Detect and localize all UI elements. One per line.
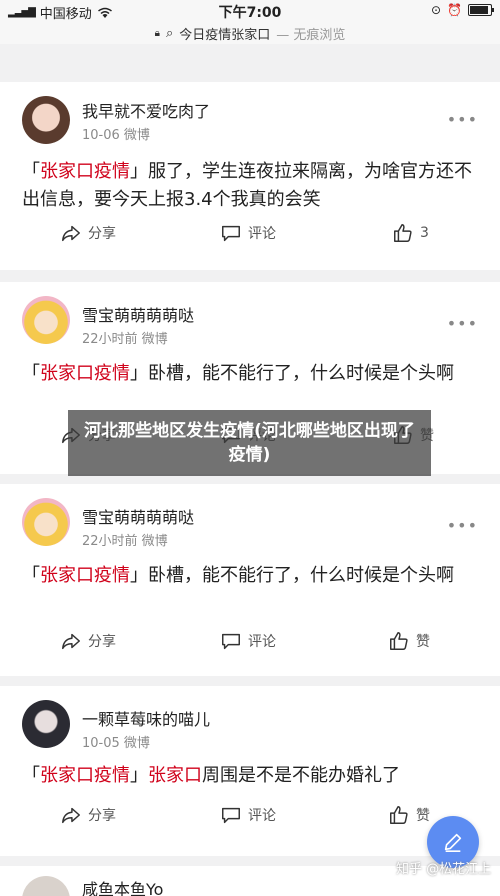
like-count: 3 xyxy=(420,225,429,241)
comment-icon xyxy=(222,225,240,242)
share-icon xyxy=(62,807,80,824)
share-icon xyxy=(62,225,80,242)
post-text: 「张家口疫情」卧槽，能不能行了，什么时候是个头啊 xyxy=(22,562,478,590)
comment-icon xyxy=(222,807,240,824)
post-actions: 分享 评论 赞 xyxy=(0,630,500,660)
post-meta: 10-06 微博 xyxy=(82,128,150,143)
thumbs-up-icon xyxy=(394,224,412,242)
topic-link[interactable]: 张家口疫情 xyxy=(40,565,130,586)
author-name[interactable]: 雪宝萌萌萌萌哒 xyxy=(82,302,194,326)
like-label: 赞 xyxy=(416,808,430,824)
share-label: 分享 xyxy=(88,226,116,242)
author-name[interactable]: 一颗草莓味的喵儿 xyxy=(82,706,210,730)
like-button[interactable]: 3 xyxy=(392,222,429,244)
comment-button[interactable]: 评论 xyxy=(220,630,276,652)
share-label: 分享 xyxy=(88,808,116,824)
post-card: 我早就不爱吃肉了 10-06 微博 ••• 「张家口疫情」服了，学生连夜拉来隔离… xyxy=(0,82,500,270)
more-options-icon[interactable]: ••• xyxy=(447,516,478,535)
search-icon: ⌕ xyxy=(165,25,174,41)
post-text: 「张家口疫情」卧槽，能不能行了，什么时候是个头啊 xyxy=(22,360,478,388)
like-button[interactable]: 赞 xyxy=(388,804,430,826)
location-link[interactable]: 张家口 xyxy=(148,765,202,786)
avatar[interactable] xyxy=(22,700,70,748)
comment-label: 评论 xyxy=(248,226,276,242)
author-name[interactable]: 雪宝萌萌萌萌哒 xyxy=(82,504,194,528)
url-bar[interactable]: 🔒︎ ⌕ 今日疫情张家口 — 无痕浏览 xyxy=(0,22,500,44)
post-meta: 22小时前 微博 xyxy=(82,534,168,549)
author-name[interactable]: 咸鱼本鱼Yo xyxy=(82,876,163,896)
topic-link[interactable]: 张家口疫情 xyxy=(40,363,130,384)
url-title: 今日疫情张家口 xyxy=(179,27,271,43)
comment-label: 评论 xyxy=(248,808,276,824)
status-right: ⊙ ⏰ xyxy=(430,3,494,17)
like-button[interactable]: 赞 xyxy=(388,630,430,652)
comment-icon xyxy=(222,633,240,650)
share-icon xyxy=(62,633,80,650)
share-button[interactable]: 分享 xyxy=(60,804,116,826)
status-bar: ▂▃▅▇ 中国移动 下午7:00 ⊙ ⏰ xyxy=(0,0,500,22)
avatar[interactable] xyxy=(22,96,70,144)
private-mode-label: — 无痕浏览 xyxy=(276,27,346,43)
quote-close: 」 xyxy=(130,161,148,182)
status-time: 下午7:00 xyxy=(218,5,282,21)
post-body: 卧槽，能不能行了，什么时候是个头啊 xyxy=(148,565,454,586)
like-label: 赞 xyxy=(416,634,430,650)
post-actions: 分享 评论 赞 xyxy=(0,804,500,834)
share-button[interactable]: 分享 xyxy=(60,222,116,244)
lock-icon: 🔒︎ xyxy=(154,27,160,39)
avatar[interactable] xyxy=(22,296,70,344)
quote-close: 」 xyxy=(130,565,148,586)
share-label: 分享 xyxy=(88,634,116,650)
topic-link[interactable]: 张家口疫情 xyxy=(40,765,130,786)
more-options-icon[interactable]: ••• xyxy=(447,110,478,129)
post-meta: 10-05 微博 xyxy=(82,736,150,751)
quote-open: 「 xyxy=(22,161,40,182)
thumbs-up-icon xyxy=(390,806,408,824)
topic-link[interactable]: 张家口疫情 xyxy=(40,161,130,182)
comment-label: 评论 xyxy=(248,634,276,650)
post-body: 卧槽，能不能行了，什么时候是个头啊 xyxy=(148,363,454,384)
share-button[interactable]: 分享 xyxy=(60,630,116,652)
post-actions: 分享 评论 3 xyxy=(0,222,500,252)
comment-button[interactable]: 评论 xyxy=(220,222,276,244)
avatar[interactable] xyxy=(22,876,70,896)
watermark: 知乎 @松花江上 xyxy=(396,862,492,877)
post-card: 一颗草莓味的喵儿 10-05 微博 「张家口疫情」张家口周围是不是不能办婚礼了 … xyxy=(0,686,500,856)
comment-button[interactable]: 评论 xyxy=(220,804,276,826)
thumbs-up-icon xyxy=(390,632,408,650)
post-text: 「张家口疫情」服了，学生连夜拉来隔离，为啥官方还不出信息，要今天上报3.4个我真… xyxy=(22,158,478,214)
quote-open: 「 xyxy=(22,565,40,586)
post-body: 周围是不是不能办婚礼了 xyxy=(202,765,400,786)
quote-close: 」 xyxy=(130,765,148,786)
pencil-icon xyxy=(444,833,462,852)
avatar[interactable] xyxy=(22,498,70,546)
post-meta: 22小时前 微博 xyxy=(82,332,168,347)
alarm-icon: ⏰ xyxy=(447,3,462,17)
orientation-lock-icon: ⊙ xyxy=(430,3,442,17)
article-title-overlay: 河北那些地区发生疫情(河北哪些地区出现了疫情) xyxy=(68,410,431,476)
battery-icon xyxy=(468,4,494,16)
post-card: 雪宝萌萌萌萌哒 22小时前 微博 ••• 「张家口疫情」卧槽，能不能行了，什么时… xyxy=(0,484,500,676)
quote-open: 「 xyxy=(22,363,40,384)
post-text: 「张家口疫情」张家口周围是不是不能办婚礼了 xyxy=(22,762,478,790)
quote-open: 「 xyxy=(22,765,40,786)
quote-close: 」 xyxy=(130,363,148,384)
author-name[interactable]: 我早就不爱吃肉了 xyxy=(82,98,210,122)
more-options-icon[interactable]: ••• xyxy=(447,314,478,333)
